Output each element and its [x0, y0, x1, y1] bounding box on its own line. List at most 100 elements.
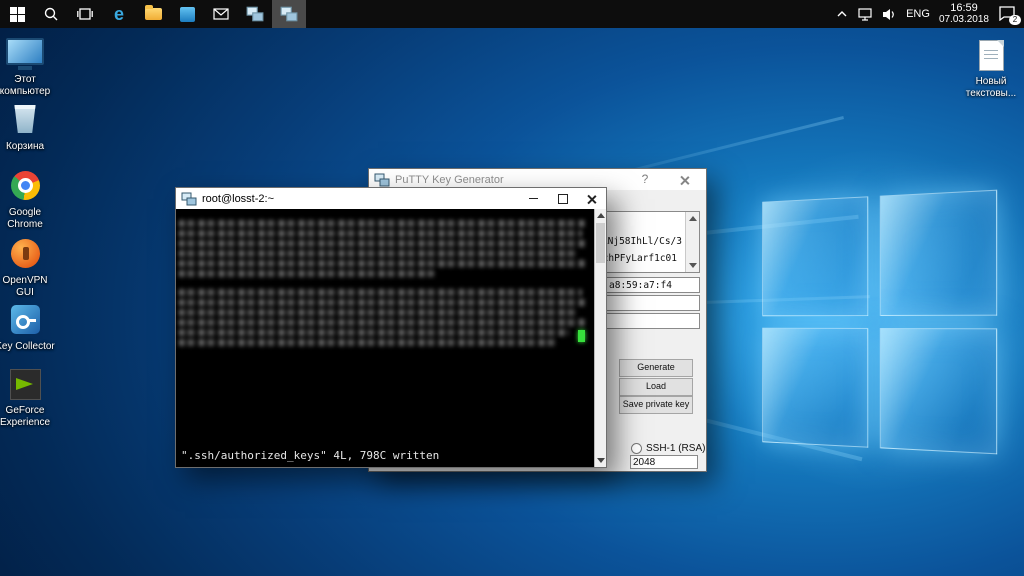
- desktop-icon-key-collector[interactable]: Key Collector: [0, 302, 56, 353]
- help-button[interactable]: ?: [630, 169, 660, 190]
- desktop-icon-openvpn[interactable]: OpenVPN GUI: [0, 236, 56, 298]
- close-button[interactable]: [577, 188, 606, 209]
- save-private-key-button[interactable]: Save private key: [619, 396, 693, 414]
- task-view-icon: [77, 7, 93, 21]
- minimize-icon: [529, 198, 538, 199]
- terminal-scrollbar[interactable]: [594, 209, 606, 467]
- terminal-blurred-line: [179, 240, 586, 247]
- desktop-icon-recycle-bin[interactable]: Корзина: [0, 102, 56, 153]
- action-center-button[interactable]: 2: [998, 5, 1018, 23]
- close-icon: [587, 194, 597, 204]
- desktop-icon-label: GeForce Experience: [0, 405, 56, 428]
- desktop-icon-geforce-experience[interactable]: GeForce Experience: [0, 366, 56, 428]
- close-button[interactable]: [670, 169, 700, 190]
- maximize-button[interactable]: [548, 188, 577, 209]
- desktop-icon-new-text-document[interactable]: Новый текстовы...: [960, 38, 1022, 99]
- scroll-down-icon: [597, 458, 605, 463]
- windows-logo-pane: [880, 190, 997, 316]
- volume-icon[interactable]: [882, 8, 897, 21]
- windows-logo-pane: [762, 328, 868, 448]
- putty-taskbar-button[interactable]: [238, 0, 272, 28]
- windows-logo: [762, 190, 997, 455]
- file-explorer-icon: [145, 8, 162, 20]
- terminal-body[interactable]: ".ssh/authorized_keys" 4L, 798C written: [176, 209, 606, 467]
- radio-icon: [631, 443, 642, 454]
- edge-icon: e: [114, 5, 124, 23]
- terminal-blurred-line: [179, 220, 586, 227]
- terminal-blurred-line: [179, 339, 557, 346]
- mail-button[interactable]: [204, 0, 238, 28]
- text-document-icon: [960, 40, 1022, 74]
- key-fingerprint-text: a8:59:a7:f4: [609, 280, 672, 291]
- terminal-blurred-line: [179, 270, 434, 277]
- search-icon: [43, 6, 59, 22]
- desktop-icon-label: Корзина: [0, 141, 56, 153]
- store-icon: [180, 7, 195, 22]
- ssh1-rsa-label: SSH-1 (RSA): [646, 443, 705, 454]
- geforce-icon: [0, 369, 56, 403]
- terminal-blurred-line: [179, 289, 582, 296]
- recycle-bin-icon: [0, 105, 56, 139]
- putty-icon: [246, 6, 264, 22]
- network-icon[interactable]: [857, 8, 873, 21]
- terminal-cursor: [578, 330, 585, 342]
- file-explorer-button[interactable]: [136, 0, 170, 28]
- tray-date: 07.03.2018: [939, 15, 989, 26]
- terminal-blurred-line: [179, 299, 586, 306]
- terminal-blurred-line: [179, 309, 578, 316]
- terminal-blurred-line: [179, 250, 578, 257]
- scroll-up-icon: [597, 213, 605, 218]
- start-button[interactable]: [0, 0, 34, 28]
- windows-logo-pane: [880, 328, 997, 454]
- ssh1-rsa-radio[interactable]: SSH-1 (RSA): [631, 443, 705, 454]
- load-button[interactable]: Load: [619, 378, 693, 396]
- language-indicator[interactable]: ENG: [906, 8, 930, 20]
- putty-terminal-window: root@losst-2:~ ".ssh/authorized_keys" 4L…: [175, 187, 607, 468]
- terminal-status-line: ".ssh/authorized_keys" 4L, 798C written: [181, 449, 439, 462]
- this-pc-icon: [0, 38, 56, 72]
- tray-time: 16:59: [939, 3, 989, 15]
- terminal-blurred-line: [179, 230, 582, 237]
- search-button[interactable]: [34, 0, 68, 28]
- terminal-blurred-line: [179, 319, 586, 326]
- windows-start-icon: [10, 7, 25, 22]
- maximize-icon: [558, 194, 568, 204]
- bits-input[interactable]: [630, 455, 698, 469]
- edge-button[interactable]: e: [102, 0, 136, 28]
- desktop-icon-label: Google Chrome: [0, 207, 56, 230]
- desktop-icon-label: Этот компьютер: [0, 74, 56, 97]
- close-icon: [680, 175, 690, 185]
- desktop-icon-label: Новый текстовы...: [960, 76, 1022, 99]
- minimize-button[interactable]: [519, 188, 548, 209]
- clock[interactable]: 16:59 07.03.2018: [939, 3, 989, 25]
- mail-icon: [213, 8, 229, 20]
- scroll-down-icon: [689, 263, 697, 268]
- store-button[interactable]: [170, 0, 204, 28]
- terminal-blurred-line: [179, 329, 569, 336]
- desktop-icon-label: Key Collector: [0, 341, 56, 353]
- puttygen-taskbar-button[interactable]: [272, 0, 306, 28]
- desktop-icon-this-pc[interactable]: Этот компьютер: [0, 36, 56, 97]
- notification-badge: 2: [1009, 15, 1021, 25]
- desktop-icon-google-chrome[interactable]: Google Chrome: [0, 168, 56, 230]
- terminal-titlebar[interactable]: root@losst-2:~: [176, 188, 606, 209]
- chrome-icon: [0, 171, 56, 205]
- puttygen-icon: [280, 6, 298, 22]
- terminal-blurred-line: [179, 260, 586, 267]
- terminal-blurred-output: [179, 217, 590, 346]
- terminal-title: root@losst-2:~: [202, 193, 274, 205]
- taskbar: e: [0, 0, 1024, 28]
- keybox-scrollbar[interactable]: [685, 212, 699, 272]
- key-collector-icon: [0, 305, 56, 339]
- task-view-button[interactable]: [68, 0, 102, 28]
- tray-chevron-icon[interactable]: [836, 10, 848, 18]
- openvpn-icon: [0, 239, 56, 273]
- generate-button[interactable]: Generate: [619, 359, 693, 377]
- puttygen-app-icon: [374, 173, 390, 187]
- putty-app-icon: [181, 192, 197, 206]
- scrollbar-thumb[interactable]: [596, 223, 605, 263]
- scroll-up-icon: [689, 216, 697, 221]
- puttygen-title: PuTTY Key Generator: [395, 174, 504, 186]
- windows-logo-pane: [762, 196, 868, 316]
- desktop-icon-label: OpenVPN GUI: [0, 275, 56, 298]
